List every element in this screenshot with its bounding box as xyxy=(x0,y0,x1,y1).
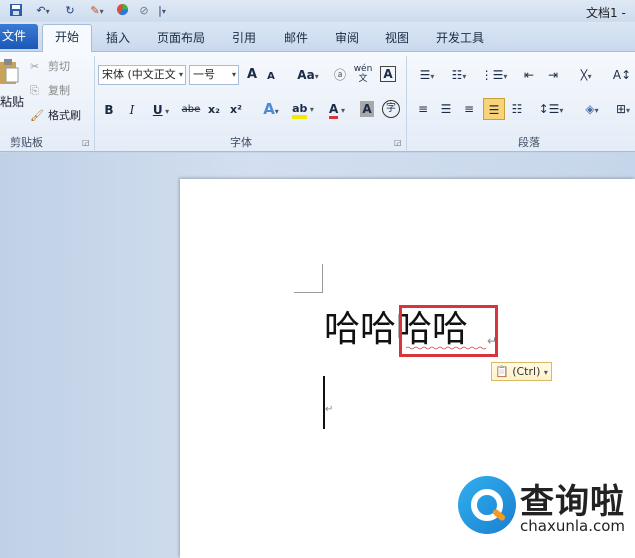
copy-icon: ⎘ xyxy=(30,84,39,97)
highlight-icon[interactable]: ab ▾ xyxy=(288,100,318,119)
font-name-value: 宋体 (中文正文 xyxy=(102,68,176,81)
copy-label: 复制 xyxy=(48,84,70,97)
margin-corner-mark xyxy=(294,264,323,293)
tab-file[interactable]: 文件 xyxy=(0,24,38,49)
plain-text: 哈哈 xyxy=(324,309,397,350)
italic-icon[interactable]: I xyxy=(125,101,139,119)
tab-developer[interactable]: 开发工具 xyxy=(436,29,484,46)
paragraph-group: ☰▾ ☷▾ ⋮☰▾ ⇤ ⇥ ᚷ▾ A↕ ≡ ☰ ≡ ☰ ☷ ↕☰▾ ◈▾ ⊞▾ … xyxy=(408,52,635,152)
font-size-value: 一号 xyxy=(193,68,215,81)
redo-icon[interactable]: ↻ xyxy=(62,3,78,19)
divider xyxy=(406,56,407,150)
chevron-down-icon: ▾ xyxy=(543,368,548,377)
text-effects-label: A xyxy=(263,100,275,118)
change-case-label: Aa xyxy=(297,68,315,82)
align-center-icon[interactable]: ☰ xyxy=(437,100,455,118)
multilevel-list-icon[interactable]: ⋮☰▾ xyxy=(480,66,508,84)
tab-review[interactable]: 审阅 xyxy=(335,29,359,46)
decrease-indent-icon[interactable]: ⇤ xyxy=(520,66,538,84)
clipboard-icon xyxy=(0,58,20,86)
document-title: 文档1 - xyxy=(586,6,626,20)
font-group: 宋体 (中文正文 ▾ 一号 ▾ A A Aa▾ ⓐ wén 文 A B I U ▾ a… xyxy=(96,52,406,152)
font-color-label: A xyxy=(328,102,339,119)
font-group-label: 字体 xyxy=(230,136,252,149)
copy-button[interactable]: ⎘ 复制 xyxy=(30,83,80,101)
clipboard-group: 粘贴 ✂ 剪切 ⎘ 复制 🖌 格式刷 剪贴板 ◲ xyxy=(0,52,95,152)
line-spacing-icon[interactable]: ↕☰▾ xyxy=(538,100,564,118)
text-effects-icon[interactable]: A▾ xyxy=(258,100,284,118)
paragraph-mark: ↵ xyxy=(325,404,334,415)
paste-button[interactable]: 粘贴 xyxy=(0,56,24,112)
format-painter-label: 格式刷 xyxy=(48,109,81,122)
cut-button[interactable]: ✂ 剪切 xyxy=(30,59,80,77)
font-launcher-icon[interactable]: ◲ xyxy=(394,138,402,147)
paste-options-button[interactable]: 📋 (Ctrl) ▾ xyxy=(491,362,552,381)
tab-references[interactable]: 引用 xyxy=(232,29,256,46)
phonetic-label: wén xyxy=(353,64,373,74)
font-size-combo[interactable]: 一号 ▾ xyxy=(189,65,239,85)
cut-label: 剪切 xyxy=(48,60,70,73)
watermark-name: 查询啦 xyxy=(520,482,625,522)
superscript-icon[interactable]: x² xyxy=(228,101,244,119)
tab-mailings[interactable]: 邮件 xyxy=(284,29,308,46)
clipboard-icon: 📋 xyxy=(495,365,509,378)
undo-icon[interactable]: ↶▾ xyxy=(30,3,56,19)
font-color-icon[interactable]: A ▾ xyxy=(324,100,350,119)
watermark-url: chaxunla.com xyxy=(520,517,625,535)
tab-view[interactable]: 视图 xyxy=(385,29,409,46)
scissors-icon: ✂ xyxy=(30,60,40,73)
enclose-char-icon[interactable]: 字 xyxy=(382,100,400,118)
shading-icon[interactable]: ◈▾ xyxy=(578,100,606,118)
brush-icon: 🖌 xyxy=(30,109,44,122)
phonetic-guide-icon[interactable]: wén 文 xyxy=(352,64,374,84)
bold-icon[interactable]: B xyxy=(102,101,116,119)
ribbon-home: 粘贴 ✂ 剪切 ⎘ 复制 🖌 格式刷 剪贴板 ◲ 宋体 (中文正文 ▾ 一号 ▾ A… xyxy=(0,52,635,152)
text-caret xyxy=(323,376,325,429)
paste-options-label: (Ctrl) xyxy=(512,365,541,378)
sort-icon[interactable]: A↕ xyxy=(612,66,632,84)
clipboard-group-label: 剪贴板 xyxy=(10,136,43,149)
bullets-icon[interactable]: ☰▾ xyxy=(414,66,440,84)
increase-indent-icon[interactable]: ⇥ xyxy=(544,66,562,84)
save-icon[interactable] xyxy=(8,3,24,19)
clipboard-launcher-icon[interactable]: ◲ xyxy=(82,138,90,147)
align-left-icon[interactable]: ≡ xyxy=(414,100,432,118)
color-circle-icon[interactable] xyxy=(114,3,130,19)
change-case-icon[interactable]: Aa▾ xyxy=(294,66,322,84)
char-border-icon[interactable]: A xyxy=(380,66,396,82)
tab-page-layout[interactable]: 页面布局 xyxy=(157,29,205,46)
ribbon-tab-bar: 文件 开始 插入 页面布局 引用 邮件 审阅 视图 开发工具 xyxy=(0,22,635,53)
quick-access-toolbar: ↶▾ ↻ ✎▾ ⊘ |▾ 文档1 - xyxy=(0,0,635,22)
borders-icon[interactable]: ⊞▾ xyxy=(612,100,634,118)
justify-icon[interactable]: ☰ xyxy=(483,98,505,120)
underline-label: U xyxy=(152,103,163,117)
strikethrough-icon[interactable]: abe xyxy=(180,101,202,119)
paragraph-mark: ↵ xyxy=(487,334,498,348)
underline-icon[interactable]: U ▾ xyxy=(148,101,174,119)
char-shading-icon[interactable]: A xyxy=(360,101,374,117)
grow-font-icon[interactable]: A xyxy=(244,66,260,84)
clear-format-icon[interactable]: ⓐ xyxy=(332,66,348,84)
divider xyxy=(94,56,95,150)
tab-insert[interactable]: 插入 xyxy=(106,29,130,46)
clear-icon[interactable]: ⊘ xyxy=(136,3,152,19)
selection-highlight-box xyxy=(399,305,498,357)
paste-label: 粘贴 xyxy=(0,95,25,109)
paragraph-group-label: 段落 xyxy=(518,136,540,149)
numbering-icon[interactable]: ☷▾ xyxy=(446,66,472,84)
highlight-label: ab xyxy=(292,102,308,119)
tab-home[interactable]: 开始 xyxy=(42,24,92,53)
font-name-combo[interactable]: 宋体 (中文正文 ▾ xyxy=(98,65,186,85)
format-painter-button[interactable]: 🖌 格式刷 xyxy=(30,108,90,126)
format-painter-icon[interactable]: ✎▾ xyxy=(84,3,110,19)
distributed-icon[interactable]: ☷ xyxy=(508,100,526,118)
chinese-layout-icon[interactable]: ᚷ▾ xyxy=(572,66,600,84)
customize-icon[interactable]: |▾ xyxy=(156,3,168,19)
chevron-down-icon: ▾ xyxy=(231,70,236,79)
shrink-font-icon[interactable]: A xyxy=(264,68,278,86)
chevron-down-icon: ▾ xyxy=(178,70,183,79)
align-right-icon[interactable]: ≡ xyxy=(460,100,478,118)
subscript-icon[interactable]: x₂ xyxy=(206,101,222,119)
